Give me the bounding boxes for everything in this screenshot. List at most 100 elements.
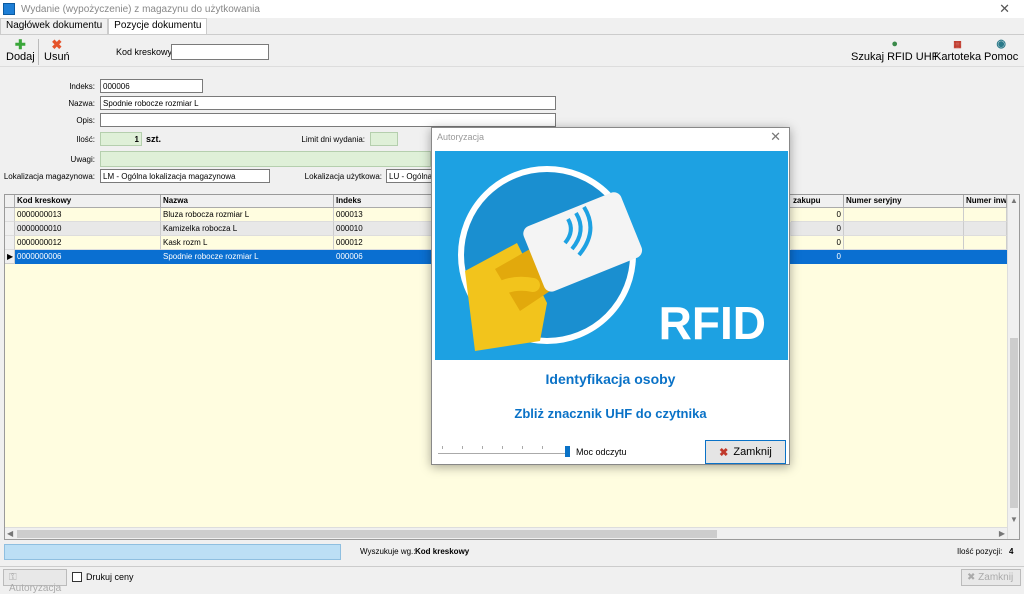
print-prices-label: Drukuj ceny: [86, 572, 134, 582]
cell-inventory: [964, 222, 1007, 236]
slider-tick: [542, 446, 543, 449]
rfid-search-button[interactable]: ● Szukaj RFID UHF: [851, 38, 938, 63]
quantity-unit: szt.: [146, 134, 162, 144]
cell-purchase: 0: [791, 250, 844, 264]
cell-name: Bluza robocza rozmiar L: [161, 208, 334, 222]
description-field[interactable]: [100, 113, 556, 127]
close-button[interactable]: ✖ Zamknij: [961, 569, 1021, 586]
horizontal-scrollbar[interactable]: ◀ ▶: [5, 527, 1007, 539]
rfid-text: RFID: [658, 297, 766, 349]
slider-tick: [482, 446, 483, 449]
scroll-right-icon[interactable]: ▶: [999, 529, 1005, 538]
cell-inventory: [964, 250, 1007, 264]
scroll-left-icon[interactable]: ◀: [7, 529, 13, 538]
bottom-bar: ⚿ Autoryzacja Drukuj ceny ✖ Zamknij: [0, 566, 1024, 594]
help-button[interactable]: ◉ Pomoc: [984, 38, 1018, 63]
barcode-label: Kod kreskowy: [116, 47, 173, 57]
status-bar: Wyszukuje wg.: Kod kreskowy Ilość pozycj…: [0, 542, 1024, 562]
count-label: Ilość pozycji:: [957, 547, 1003, 556]
cell-inventory: [964, 208, 1007, 222]
cell-purchase: 0: [791, 222, 844, 236]
slider-tick: [462, 446, 463, 449]
chart-icon: ▦: [953, 39, 962, 49]
column-header-inventory[interactable]: Numer inw: [964, 195, 1007, 208]
dialog-title: Autoryzacja: [437, 132, 485, 142]
warehouse-location-label: Lokalizacja magazynowa:: [3, 172, 95, 181]
help-icon: ◉: [996, 38, 1006, 50]
index-label: Indeks:: [69, 82, 95, 91]
description-label: Opis:: [76, 116, 95, 125]
cell-purchase: 0: [791, 208, 844, 222]
column-header-barcode[interactable]: Kod kreskowy: [15, 195, 161, 208]
cell-serial: [844, 250, 964, 264]
limit-days-field[interactable]: [370, 132, 398, 146]
read-power-slider-thumb[interactable]: [565, 446, 570, 457]
count-value: 4: [1009, 547, 1014, 556]
column-header-index[interactable]: Indeks: [334, 195, 434, 208]
tab-document-items[interactable]: Pozycje dokumentu: [108, 18, 208, 34]
scroll-down-icon[interactable]: ▼: [1010, 515, 1018, 524]
cell-purchase: 0: [791, 236, 844, 250]
notes-label: Uwagi:: [70, 155, 95, 164]
card-button[interactable]: ▦ Kartoteka: [934, 38, 981, 63]
print-prices-checkbox[interactable]: [72, 572, 82, 582]
barcode-input[interactable]: [171, 44, 269, 60]
add-label: Dodaj: [6, 51, 35, 63]
title-bar: Wydanie (wypożyczenie) z magazynu do uży…: [0, 0, 1024, 18]
cell-index: 000012: [334, 236, 434, 250]
quantity-label: Ilość:: [76, 135, 95, 144]
cell-name: Spodnie robocze rozmiar L: [161, 250, 334, 264]
column-header-purchase[interactable]: zakupu: [791, 195, 844, 208]
rfid-search-label: Szukaj RFID UHF: [851, 51, 939, 63]
key-icon: ⚿: [9, 572, 17, 583]
window-title: Wydanie (wypożyczenie) z magazynu do uży…: [21, 3, 260, 15]
cell-barcode: 0000000010: [15, 222, 161, 236]
tab-document-header[interactable]: Nagłówek dokumentu: [0, 18, 109, 34]
row-indicator: [5, 208, 15, 222]
cell-serial: [844, 222, 964, 236]
read-power-slider[interactable]: [438, 453, 568, 454]
window-close-button[interactable]: ✕: [999, 1, 1010, 17]
usage-location-field[interactable]: LU - Ogólna: [386, 169, 432, 183]
row-indicator-header: [5, 195, 15, 208]
delete-button[interactable]: ✖ Usuń: [44, 38, 70, 63]
vertical-scroll-thumb[interactable]: [1010, 338, 1018, 508]
globe-icon: ●: [891, 38, 899, 50]
dialog-subheading: Zbliż znacznik UHF do czytnika: [514, 406, 707, 421]
slider-tick: [502, 446, 503, 449]
horizontal-scroll-thumb[interactable]: [17, 530, 717, 538]
dialog-close-action-button[interactable]: ✖ Zamknij: [705, 440, 786, 464]
slider-tick: [522, 446, 523, 449]
search-by-label: Wyszukuje wg.:: [360, 547, 416, 556]
cell-name: Kamizelka robocza L: [161, 222, 334, 236]
row-indicator: [5, 236, 15, 250]
index-field[interactable]: 000006: [100, 79, 203, 93]
app-icon: [3, 3, 15, 15]
rfid-illustration: RFID: [435, 151, 788, 360]
quantity-field[interactable]: 1: [100, 132, 142, 146]
column-header-name[interactable]: Nazwa: [161, 195, 334, 208]
name-field[interactable]: Spodnie robocze rozmiar L: [100, 96, 556, 110]
warehouse-location-field[interactable]: LM - Ogólna lokalizacja magazynowa: [100, 169, 270, 183]
vertical-scrollbar[interactable]: ▲ ▼: [1007, 195, 1019, 539]
cell-barcode: 0000000006: [15, 250, 161, 264]
close-label: Zamknij: [978, 572, 1014, 583]
progress-bar: [4, 544, 341, 560]
row-pointer-icon: ▶: [5, 250, 15, 264]
card-label: Kartoteka: [934, 51, 982, 63]
tab-strip: Nagłówek dokumentu Pozycje dokumentu: [0, 18, 208, 34]
authorization-label: Autoryzacja: [9, 583, 62, 594]
scroll-up-icon[interactable]: ▲: [1010, 196, 1018, 205]
close-x-icon: ✖: [719, 446, 729, 459]
authorization-button[interactable]: ⚿ Autoryzacja: [3, 569, 67, 594]
column-header-serial[interactable]: Numer seryjny: [844, 195, 964, 208]
limit-days-label: Limit dni wydania:: [301, 135, 365, 144]
notes-field[interactable]: [100, 151, 431, 167]
delete-x-icon: ✖: [51, 37, 63, 52]
name-label: Nazwa:: [68, 99, 95, 108]
help-label: Pomoc: [984, 51, 1019, 63]
add-button[interactable]: ✚ Dodaj: [6, 38, 35, 63]
dialog-close-button[interactable]: ✕: [770, 129, 781, 145]
authorization-dialog: Autoryzacja ✕ RFID Identyfikacja osoby Z…: [431, 127, 790, 465]
close-x-icon: ✖: [967, 572, 976, 583]
